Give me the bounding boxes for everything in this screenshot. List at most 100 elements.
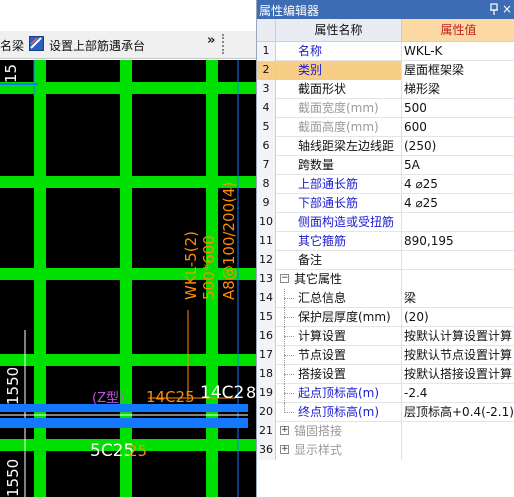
row-number: 8: [257, 175, 276, 194]
property-value[interactable]: [402, 251, 514, 270]
close-icon[interactable]: ×: [502, 2, 512, 16]
dim-mid-label: 1550: [4, 367, 22, 405]
property-row[interactable]: 3 截面形状 梯形梁: [257, 80, 514, 99]
property-value[interactable]: WKL-K: [402, 42, 514, 61]
property-name: 保护层厚度(mm): [276, 308, 402, 327]
row-number: 15: [257, 308, 276, 327]
row-number: 12: [257, 251, 276, 270]
tree-branch: [284, 298, 294, 299]
cut-beam-button[interactable]: 名梁: [0, 37, 24, 54]
cad-drawing: 15 1550 1550 WKL-5(2) 500*600 A8@100/200…: [0, 60, 256, 497]
tree-branch: [284, 355, 294, 356]
property-name: 计算设置: [276, 327, 402, 346]
row-number: 14: [257, 289, 276, 308]
property-value[interactable]: 屋面框架梁: [402, 61, 514, 80]
rebar-bottom-suffix: 25: [128, 442, 147, 460]
property-name: 侧面构造或受扭筋: [276, 213, 402, 232]
property-name: 节点设置: [276, 346, 402, 365]
collapse-toggle-icon[interactable]: −: [280, 274, 289, 283]
property-value[interactable]: [402, 213, 514, 232]
tree-branch: [284, 412, 294, 413]
tree-branch: [284, 374, 294, 375]
property-row-selected[interactable]: 2 类别 屋面框架梁: [257, 61, 514, 80]
row-number: 18: [257, 365, 276, 384]
set-top-rebar-button[interactable]: 设置上部筋遇承台: [49, 37, 145, 54]
property-value[interactable]: (250): [402, 137, 514, 156]
property-name: 截面宽度(mm): [276, 99, 402, 118]
dim-top-label: 15: [2, 64, 20, 83]
property-row[interactable]: 15 保护层厚度(mm) (20): [257, 308, 514, 327]
property-group-row[interactable]: 21 + 锚固搭接: [257, 422, 514, 441]
property-value[interactable]: 按默认计算设置计算: [402, 327, 514, 346]
property-row[interactable]: 5 截面高度(mm) 600: [257, 118, 514, 137]
property-row[interactable]: 12 备注: [257, 251, 514, 270]
property-editor-title: 属性编辑器: [259, 4, 320, 18]
row-number-header: [257, 19, 276, 42]
property-name: 上部通长筋: [276, 175, 402, 194]
property-row[interactable]: 8 上部通长筋 4 ⌀25: [257, 175, 514, 194]
property-group-name: − 其它属性: [276, 270, 402, 289]
property-row[interactable]: 1 名称 WKL-K: [257, 42, 514, 61]
property-name: 汇总信息: [276, 289, 402, 308]
property-value: [402, 270, 514, 289]
rebar-setting-icon[interactable]: [29, 36, 44, 51]
property-row[interactable]: 10 侧面构造或受扭筋: [257, 213, 514, 232]
cad-canvas[interactable]: 15 1550 1550 WKL-5(2) 500*600 A8@100/200…: [0, 60, 256, 497]
row-number: 13: [257, 270, 276, 289]
property-group-row[interactable]: 36 + 显示样式: [257, 441, 514, 460]
property-value[interactable]: 按默认节点设置计算: [402, 346, 514, 365]
property-value[interactable]: 600: [402, 118, 514, 137]
property-row[interactable]: 11 其它箍筋 890,195: [257, 232, 514, 251]
property-value[interactable]: 5A: [402, 156, 514, 175]
property-row[interactable]: 4 截面宽度(mm) 500: [257, 99, 514, 118]
beam-size-label: 500*600: [200, 235, 218, 300]
property-value: [402, 441, 514, 460]
row-number: 19: [257, 384, 276, 403]
property-row[interactable]: 16 计算设置 按默认计算设置计算: [257, 327, 514, 346]
property-grid-header: 属性名称 属性值: [257, 19, 514, 42]
property-row[interactable]: 9 下部通长筋 4 ⌀25: [257, 194, 514, 213]
property-value[interactable]: (20): [402, 308, 514, 327]
property-name: 搭接设置: [276, 365, 402, 384]
tree-branch: [284, 317, 294, 318]
property-name: 轴线距梁左边线距: [276, 137, 402, 156]
column-header-name: 属性名称: [276, 19, 402, 42]
property-row[interactable]: 19 起点顶标高(m) -2.4: [257, 384, 514, 403]
row-number: 9: [257, 194, 276, 213]
property-value[interactable]: 890,195: [402, 232, 514, 251]
property-name: 截面形状: [276, 80, 402, 99]
property-value[interactable]: 层顶标高+0.4(-2.1): [402, 403, 514, 422]
pin-icon[interactable]: [489, 3, 499, 16]
property-editor-titlebar[interactable]: 属性编辑器 ×: [257, 0, 514, 19]
property-value[interactable]: -2.4: [402, 384, 514, 403]
property-row[interactable]: 6 轴线距梁左边线距 (250): [257, 137, 514, 156]
property-value[interactable]: 4 ⌀25: [402, 194, 514, 213]
property-row[interactable]: 18 搭接设置 按默认搭接设置计算: [257, 365, 514, 384]
row-number: 11: [257, 232, 276, 251]
property-value: [402, 422, 514, 441]
expand-toggle-icon[interactable]: +: [280, 445, 289, 454]
property-row[interactable]: 14 汇总信息 梁: [257, 289, 514, 308]
property-name: 跨数量: [276, 156, 402, 175]
toolbar-overflow-button[interactable]: »: [207, 33, 215, 48]
property-name: 下部通长筋: [276, 194, 402, 213]
property-value[interactable]: 按默认搭接设置计算: [402, 365, 514, 384]
row-number: 6: [257, 137, 276, 156]
property-name: 起点顶标高(m): [276, 384, 402, 403]
property-row[interactable]: 20 终点顶标高(m) 层顶标高+0.4(-2.1): [257, 403, 514, 422]
property-row[interactable]: 17 节点设置 按默认节点设置计算: [257, 346, 514, 365]
row-number: 20: [257, 403, 276, 422]
row-number: 17: [257, 346, 276, 365]
tree-branch: [284, 336, 294, 337]
property-name: 名称: [276, 42, 402, 61]
toolbar-grip[interactable]: [222, 34, 224, 54]
property-value[interactable]: 4 ⌀25: [402, 175, 514, 194]
property-row[interactable]: 7 跨数量 5A: [257, 156, 514, 175]
property-value[interactable]: 梁: [402, 289, 514, 308]
expand-toggle-icon[interactable]: +: [280, 426, 289, 435]
rebar-top-label: 14C25: [146, 388, 195, 406]
property-value[interactable]: 梯形梁: [402, 80, 514, 99]
property-value[interactable]: 500: [402, 99, 514, 118]
row-number: 16: [257, 327, 276, 346]
property-group-row[interactable]: 13 − 其它属性: [257, 270, 514, 289]
